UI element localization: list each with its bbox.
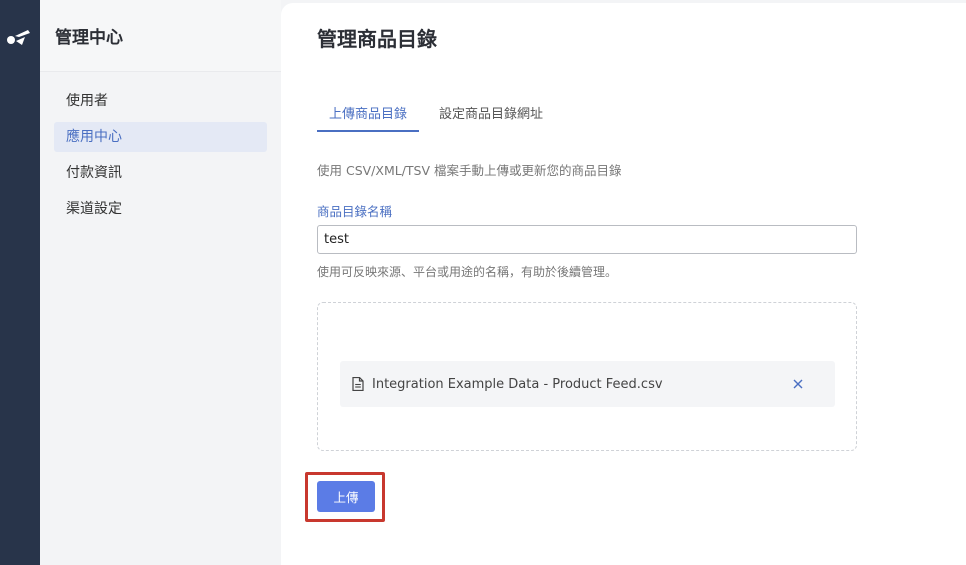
sidebar-title: 管理中心 (55, 28, 123, 48)
main-panel: 管理商品目錄 上傳商品目錄 設定商品目錄網址 使用 CSV/XML/TSV 檔案… (281, 3, 966, 565)
tab-bar: 上傳商品目錄 設定商品目錄網址 (317, 103, 563, 132)
sidebar-item-users[interactable]: 使用者 (54, 86, 267, 116)
left-rail (0, 0, 40, 565)
sidebar-item-billing[interactable]: 付款資訊 (54, 158, 267, 188)
file-dropzone[interactable]: Integration Example Data - Product Feed.… (317, 302, 857, 451)
brand-logo[interactable] (6, 26, 32, 48)
sidebar: 管理中心 使用者 應用中心 付款資訊 渠道設定 (40, 0, 281, 565)
tab-catalog-url[interactable]: 設定商品目錄網址 (427, 103, 555, 132)
catalog-name-hint: 使用可反映來源、平台或用途的名稱，有助於後續管理。 (317, 265, 618, 279)
app-window: 管理中心 使用者 應用中心 付款資訊 渠道設定 管理商品目錄 上傳商品目錄 設定… (0, 0, 966, 565)
sidebar-item-app-center[interactable]: 應用中心 (54, 122, 267, 152)
sidebar-header: 管理中心 (40, 0, 281, 72)
upload-button[interactable]: 上傳 (317, 481, 375, 512)
document-icon (352, 377, 364, 391)
sidebar-item-channel-settings[interactable]: 渠道設定 (54, 194, 267, 224)
tab-upload-catalog[interactable]: 上傳商品目錄 (317, 103, 420, 132)
catalog-name-input[interactable] (317, 225, 857, 254)
close-icon[interactable] (783, 369, 813, 399)
page-title: 管理商品目錄 (317, 27, 437, 51)
sidebar-nav: 使用者 應用中心 付款資訊 渠道設定 (40, 72, 281, 224)
catalog-name-label: 商品目錄名稱 (317, 204, 393, 219)
upload-description: 使用 CSV/XML/TSV 檔案手動上傳或更新您的商品目錄 (317, 163, 622, 178)
uploaded-file-item: Integration Example Data - Product Feed.… (340, 361, 835, 407)
uploaded-file-name: Integration Example Data - Product Feed.… (372, 376, 663, 392)
